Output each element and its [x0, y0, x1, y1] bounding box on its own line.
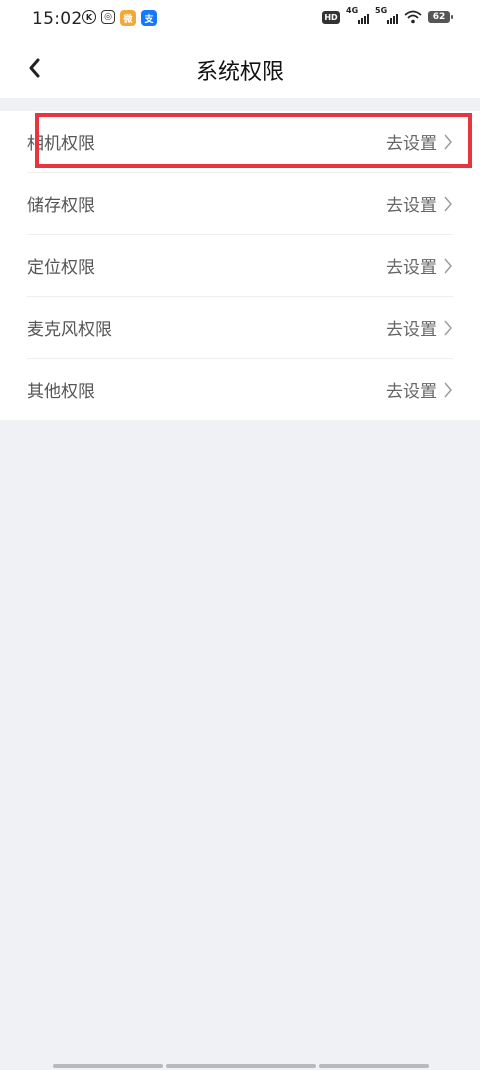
- permission-list: 相机权限 去设置 储存权限 去设置 定位权限 去设置 麦克风权限 去设置 其他权…: [0, 111, 480, 420]
- location-permission-row[interactable]: 定位权限 去设置: [27, 235, 453, 297]
- status-time: 15:02: [32, 9, 83, 29]
- chevron-right-icon: [444, 320, 452, 335]
- storage-permission-row[interactable]: 储存权限 去设置: [27, 173, 453, 235]
- camera-permission-row[interactable]: 相机权限 去设置: [27, 111, 453, 173]
- row-label: 其他权限: [27, 382, 95, 402]
- microphone-permission-row[interactable]: 麦克风权限 去设置: [27, 297, 453, 359]
- system-indicators: HD 4G 5G 62: [322, 6, 453, 24]
- go-settings-link[interactable]: 去设置: [386, 253, 453, 278]
- signal-5g-label: 5G: [375, 6, 388, 15]
- row-action-label: 去设置: [386, 258, 437, 278]
- signal-5g-icon: 5G: [375, 6, 398, 24]
- gesture-bar: [53, 1064, 429, 1068]
- go-settings-link[interactable]: 去设置: [386, 129, 453, 154]
- row-action-label: 去设置: [386, 196, 437, 216]
- navigation-bar: 系统权限: [0, 40, 480, 98]
- alipay-icon: 支: [141, 10, 157, 26]
- row-label: 麦克风权限: [27, 320, 112, 340]
- go-settings-link[interactable]: 去设置: [386, 315, 453, 340]
- other-permission-row[interactable]: 其他权限 去设置: [27, 359, 453, 420]
- signal-4g-icon: 4G: [346, 6, 369, 24]
- signal-4g-label: 4G: [346, 6, 359, 15]
- hd-icon: HD: [322, 10, 340, 24]
- k-app-icon: K: [82, 10, 96, 24]
- wifi-icon: [404, 10, 422, 24]
- row-action-label: 去设置: [386, 382, 437, 402]
- chevron-right-icon: [444, 258, 452, 273]
- battery-icon: 62: [428, 11, 453, 23]
- go-settings-link[interactable]: 去设置: [386, 191, 453, 216]
- row-action-label: 去设置: [386, 320, 437, 340]
- chevron-right-icon: [444, 134, 452, 149]
- chevron-right-icon: [444, 382, 452, 397]
- row-label: 定位权限: [27, 258, 95, 278]
- row-label: 相机权限: [27, 134, 95, 154]
- weibo-icon: 微: [120, 10, 136, 26]
- page-title: 系统权限: [195, 60, 284, 85]
- status-bar: 15:02 K ◎ 微 支 HD 4G 5G 62: [0, 0, 480, 40]
- row-action-label: 去设置: [386, 134, 437, 154]
- row-label: 储存权限: [27, 196, 95, 216]
- chevron-right-icon: [444, 196, 452, 211]
- go-settings-link[interactable]: 去设置: [386, 377, 453, 402]
- notification-icons: K ◎ 微 支: [82, 10, 157, 26]
- camera-app-icon: ◎: [101, 10, 115, 24]
